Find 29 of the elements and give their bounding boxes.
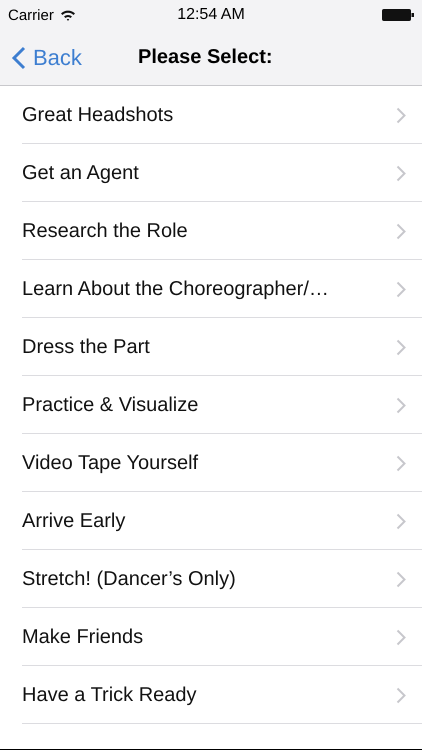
list-item[interactable]: Get an Agent — [0, 144, 422, 202]
chevron-left-icon — [12, 46, 26, 70]
wifi-icon — [60, 9, 76, 21]
list-item[interactable]: Learn About the Choreographer/… — [0, 260, 422, 318]
chevron-right-icon — [396, 570, 406, 588]
back-button[interactable]: Back — [0, 44, 82, 70]
chevron-right-icon — [396, 512, 406, 530]
chevron-right-icon — [396, 106, 406, 124]
list-item[interactable]: Research the Role — [0, 202, 422, 260]
carrier-name: Carrier — [8, 6, 54, 24]
chevron-right-icon — [396, 686, 406, 704]
list-item[interactable]: Make Friends — [0, 608, 422, 666]
chevron-right-icon — [396, 280, 406, 298]
list-item[interactable]: Great Headshots — [0, 86, 422, 144]
chevron-right-icon — [396, 396, 406, 414]
chevron-right-icon — [396, 628, 406, 646]
chevron-right-icon — [396, 338, 406, 356]
list-item[interactable]: Arrive Early — [0, 492, 422, 550]
chevron-right-icon — [396, 164, 406, 182]
list-item[interactable]: Have a Trick Ready — [0, 666, 422, 724]
list-item[interactable]: Dress the Part — [0, 318, 422, 376]
chevron-right-icon — [396, 222, 406, 240]
clock-time: 12:54 AM — [177, 6, 245, 24]
chevron-right-icon — [396, 454, 406, 472]
battery-icon — [382, 9, 414, 21]
list-item[interactable]: Video Tape Yourself — [0, 434, 422, 492]
list-item[interactable]: Practice & Visualize — [0, 376, 422, 434]
screen-title: Please Select: — [138, 46, 273, 69]
list-item[interactable]: Stretch! (Dancer’s Only) — [0, 550, 422, 608]
